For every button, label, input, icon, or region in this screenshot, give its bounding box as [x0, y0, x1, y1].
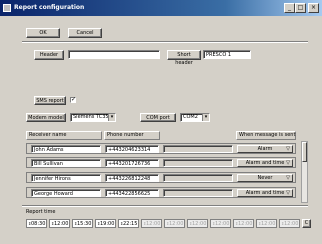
- phone-number-field[interactable]: +443201726736: [105, 159, 159, 167]
- report-time-label: Report time: [26, 209, 56, 215]
- table-scrollbar[interactable]: [301, 141, 308, 203]
- close-icon[interactable]: ×: [308, 3, 319, 13]
- phone-number-field[interactable]: +443204623314: [105, 145, 159, 153]
- chevron-down-icon[interactable]: ▾: [202, 114, 209, 121]
- when-sent-select[interactable]: Alarm and time ▽: [237, 159, 293, 167]
- when-sent-select[interactable]: Never ▽: [237, 174, 293, 182]
- window-title: Report configuration: [14, 4, 85, 11]
- row-extra-field: [163, 159, 233, 167]
- time-spinner[interactable]: ⇕12:00: [164, 219, 185, 228]
- when-sent-value: Never: [257, 175, 273, 181]
- short-header-field[interactable]: PRESCO 1: [203, 50, 251, 59]
- column-header-when[interactable]: When message is sent: [236, 131, 296, 140]
- row-extra-field: [163, 174, 233, 182]
- modem-model-label: Modem model: [26, 113, 66, 122]
- time-spinner[interactable]: ⇕12:00: [210, 219, 231, 228]
- com-port-select[interactable]: COM2 ▾: [180, 113, 210, 122]
- maximize-icon[interactable]: □: [295, 3, 306, 13]
- time-spinner[interactable]: ⇕12:00: [187, 219, 208, 228]
- report-configuration-window: Report configuration _ □ × OK Cancel Hea…: [0, 0, 322, 244]
- com-port-label: COM port: [140, 113, 176, 122]
- chevron-down-icon: ▽: [286, 146, 290, 152]
- header-label: Header: [34, 50, 64, 60]
- when-sent-value: Alarm and time: [245, 190, 285, 196]
- column-header-phone[interactable]: Phone number: [104, 131, 160, 140]
- chevron-down-icon: ▽: [286, 160, 290, 166]
- time-spinner[interactable]: ⇕12:00: [256, 219, 277, 228]
- time-spinner[interactable]: ⇕19:00: [95, 219, 116, 228]
- separator: [22, 41, 308, 43]
- phone-number-field[interactable]: +443226812248: [105, 174, 159, 182]
- time-spinner[interactable]: ⇕08:30: [26, 219, 47, 228]
- sms-report-label: SMS report: [34, 96, 66, 105]
- header-field[interactable]: [68, 50, 160, 59]
- when-sent-select[interactable]: Alarm ▽: [237, 145, 293, 153]
- time-spinner[interactable]: ⇕12:00: [141, 219, 162, 228]
- title-bar: Report configuration _ □ ×: [0, 0, 322, 16]
- chevron-down-icon: ▽: [286, 175, 290, 181]
- chevron-down-icon: ▽: [286, 190, 290, 196]
- table-row: John Adams +443204623314 Alarm ▽: [26, 143, 296, 154]
- when-sent-select[interactable]: Alarm and time ▽: [237, 189, 293, 197]
- phone-number-field[interactable]: +443422856625: [105, 189, 159, 197]
- clear-time-button[interactable]: C: [302, 219, 311, 228]
- receiver-name-field[interactable]: Bill Sullivan: [31, 159, 101, 167]
- table-row: Jennifer Hirons +443226812248 Never ▽: [26, 172, 296, 183]
- when-sent-value: Alarm: [257, 146, 273, 152]
- minimize-icon[interactable]: _: [284, 3, 295, 13]
- com-port-value: COM2: [183, 114, 198, 120]
- modem-model-select[interactable]: Siemens TC35T ▾: [70, 113, 116, 122]
- separator: [22, 205, 308, 207]
- receiver-name-field[interactable]: George Howard: [31, 189, 101, 197]
- cancel-button[interactable]: Cancel: [68, 28, 102, 38]
- when-sent-value: Alarm and time: [245, 160, 285, 166]
- table-row: George Howard +443422856625 Alarm and ti…: [26, 187, 296, 198]
- time-spinner[interactable]: ⇕15:30: [72, 219, 93, 228]
- app-icon: [3, 4, 11, 12]
- ok-button[interactable]: OK: [26, 28, 60, 38]
- row-extra-field: [163, 145, 233, 153]
- column-header-receiver[interactable]: Receiver name: [26, 131, 102, 140]
- time-spinner[interactable]: ⇕12:00: [279, 219, 300, 228]
- scrollbar-thumb[interactable]: [302, 142, 307, 162]
- row-extra-field: [163, 189, 233, 197]
- time-spinner[interactable]: ⇕12:00: [49, 219, 70, 228]
- chevron-down-icon[interactable]: ▾: [108, 114, 115, 121]
- short-header-label: Short header: [167, 50, 201, 66]
- sms-report-checkbox[interactable]: ✓: [70, 97, 76, 103]
- table-row: Bill Sullivan +443201726736 Alarm and ti…: [26, 157, 296, 168]
- modem-model-value: Siemens TC35T: [73, 114, 112, 120]
- time-spinner[interactable]: ⇕22:15: [118, 219, 139, 228]
- receiver-name-field[interactable]: Jennifer Hirons: [31, 174, 101, 182]
- time-spinner[interactable]: ⇕12:00: [233, 219, 254, 228]
- receiver-name-field[interactable]: John Adams: [31, 145, 101, 153]
